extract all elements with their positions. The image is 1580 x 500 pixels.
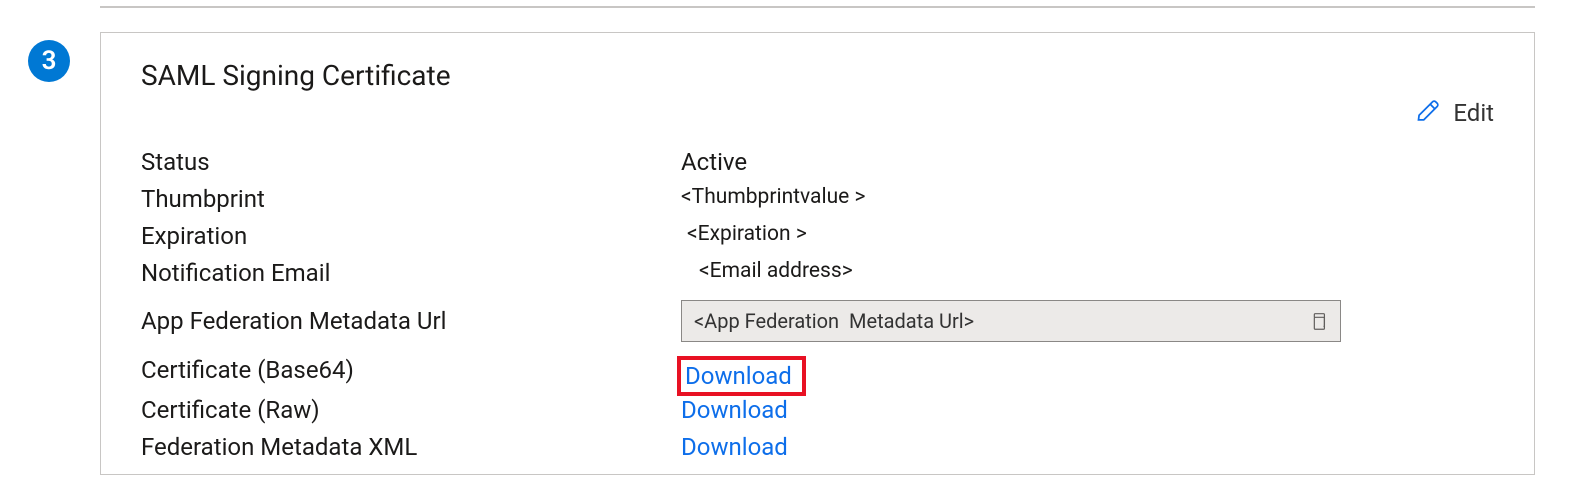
top-divider [100, 6, 1535, 8]
metadata-url-input[interactable] [692, 308, 1306, 334]
pencil-icon [1415, 96, 1443, 130]
copy-icon[interactable] [1306, 309, 1330, 333]
download-cert-raw-link[interactable]: Download [681, 396, 788, 424]
expiration-value: <Expiration > [681, 222, 1494, 246]
edit-label: Edit [1453, 99, 1494, 127]
status-label: Status [141, 148, 681, 176]
notification-email-value: <Email address> [681, 259, 1494, 283]
notification-email-label: Notification Email [141, 259, 681, 287]
metadata-url-field [681, 300, 1341, 342]
thumbprint-value: <Thumbprintvalue > [681, 185, 1494, 209]
metadata-url-label: App Federation Metadata Url [141, 307, 681, 335]
status-value: Active [681, 148, 1494, 176]
metadata-xml-label: Federation Metadata XML [141, 433, 681, 461]
edit-button[interactable]: Edit [1415, 96, 1494, 130]
card-title: SAML Signing Certificate [141, 59, 451, 92]
download-metadata-xml-link[interactable]: Download [681, 433, 788, 461]
saml-certificate-card: SAML Signing Certificate Edit Status Act… [100, 32, 1535, 475]
cert-base64-label: Certificate (Base64) [141, 356, 681, 384]
expiration-label: Expiration [141, 222, 681, 250]
step-number: 3 [42, 46, 57, 76]
thumbprint-label: Thumbprint [141, 185, 681, 213]
download-cert-base64-link[interactable]: Download [677, 356, 806, 396]
cert-raw-label: Certificate (Raw) [141, 396, 681, 424]
step-badge: 3 [28, 40, 70, 82]
